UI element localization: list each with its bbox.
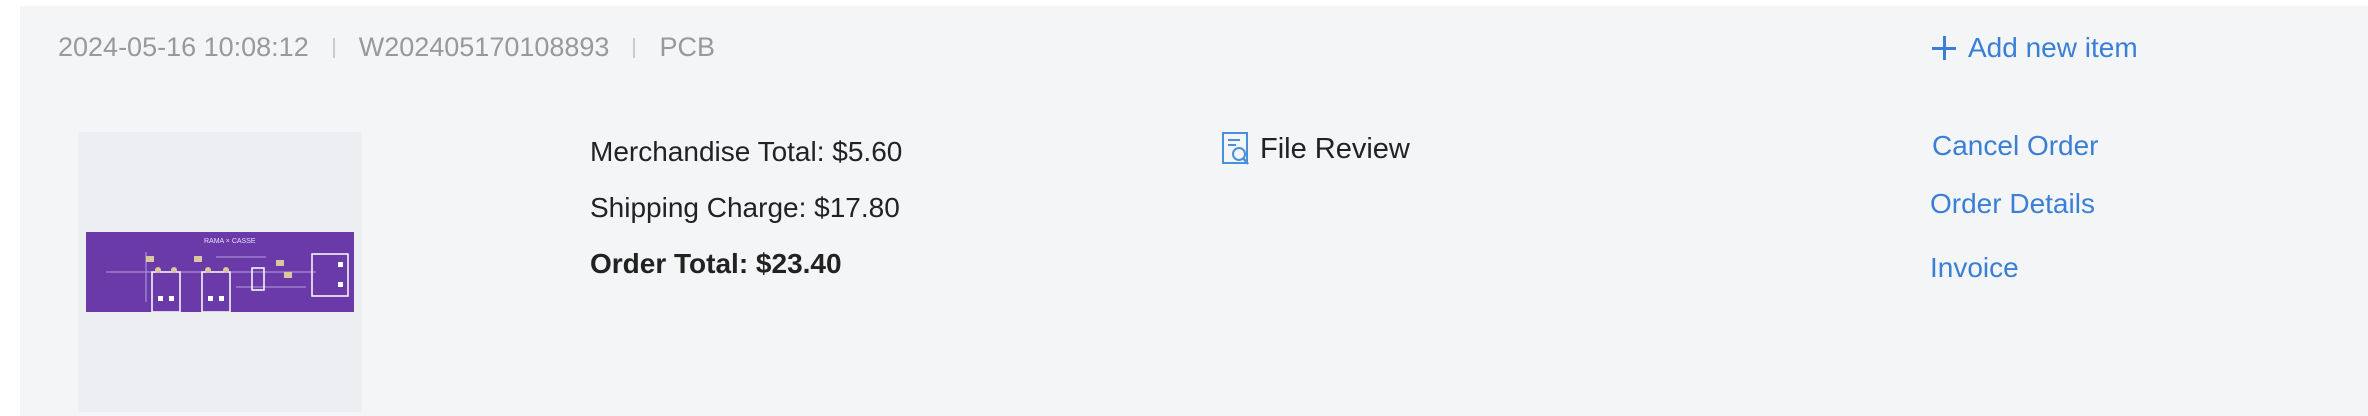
file-review-icon	[1222, 132, 1249, 165]
order-totals: Merchandise Total: $5.60 Shipping Charge…	[590, 132, 902, 300]
order-datetime: 2024-05-16 10:08:12	[58, 32, 309, 62]
order-total: Order Total: $23.40	[590, 248, 842, 279]
add-new-item-label: Add new item	[1968, 32, 2138, 63]
header-divider	[633, 37, 636, 58]
silkscreen-text: RAMA × CASSE	[204, 238, 256, 245]
cancel-order-link[interactable]: Cancel Order	[1932, 130, 2099, 162]
product-thumbnail[interactable]: RAMA × CASSE	[78, 132, 362, 412]
merchandise-total: Merchandise Total: $5.60	[590, 136, 903, 167]
order-number: W202405170108893	[358, 32, 610, 62]
order-details-link[interactable]: Order Details	[1930, 188, 2095, 220]
order-card: 2024-05-16 10:08:12 W202405170108893 PCB…	[20, 6, 2368, 416]
plus-icon	[1932, 36, 1956, 60]
file-review-link[interactable]: File Review	[1222, 132, 1410, 166]
invoice-link[interactable]: Invoice	[1930, 252, 2019, 284]
order-header: 2024-05-16 10:08:12 W202405170108893 PCB	[58, 32, 715, 63]
file-review-label: File Review	[1260, 132, 1410, 165]
pcb-board-image: RAMA × CASSE	[86, 232, 354, 312]
shipping-charge: Shipping Charge: $17.80	[590, 192, 900, 223]
add-new-item-button[interactable]: Add new item	[1932, 32, 2138, 64]
product-type: PCB	[659, 32, 715, 62]
header-divider	[332, 37, 335, 58]
